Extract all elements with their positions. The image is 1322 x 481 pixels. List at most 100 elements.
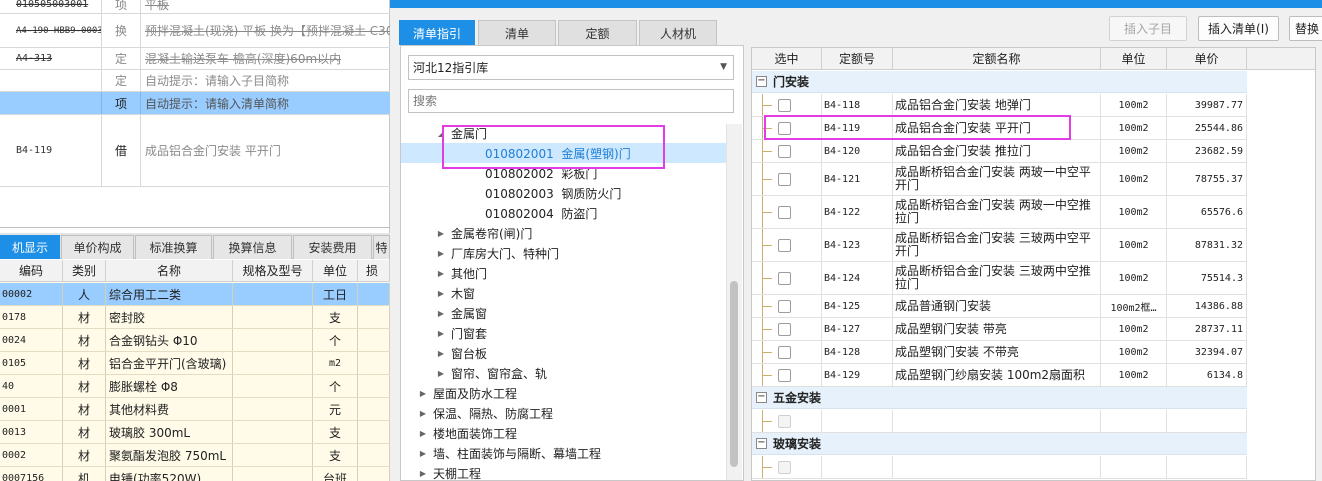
select-checkbox[interactable]	[778, 172, 791, 186]
quota-row[interactable]: B4-123 成品断桥铝合金门安装 三玻两中空平开门 100m2 87831.32	[752, 229, 1247, 262]
collapse-icon[interactable]: −	[756, 392, 767, 403]
detail-tab[interactable]: 换算信息	[213, 235, 292, 259]
caret-right-icon[interactable]: ▶	[417, 449, 429, 458]
caret-right-icon[interactable]: ▶	[435, 229, 447, 238]
quota-row[interactable]: B4-121 成品断桥铝合金门安装 两玻一中空平开门 100m2 78755.37	[752, 163, 1247, 196]
quota-group[interactable]: − 五金安装	[752, 387, 1247, 409]
tree-node[interactable]: ▶ 木窗	[401, 283, 726, 303]
resource-row[interactable]: 0002 材聚氨酯发泡胶 750mL 支	[0, 444, 390, 467]
caret-right-icon[interactable]: ▶	[417, 409, 429, 418]
main-tab[interactable]: 清单	[478, 20, 556, 45]
library-select[interactable]: 河北12指引库 ▼	[408, 55, 734, 80]
detail-tab[interactable]: 机显示	[0, 235, 60, 259]
quota-row[interactable]: B4-124 成品断桥铝合金门安装 三玻两中空推拉门 100m2 75514.3	[752, 262, 1247, 295]
resource-column-header[interactable]: 名称	[106, 260, 233, 281]
caret-down-icon[interactable]: ◢	[435, 129, 447, 138]
tree-node[interactable]: ▶ 墙、柱面装饰与隔断、幕墙工程	[401, 443, 726, 463]
quota-row[interactable]: B4-119 成品铝合金门安装 平开门 100m2 25544.86	[752, 117, 1247, 140]
quota-row[interactable]	[752, 456, 1247, 479]
tree-node[interactable]: ▶ 门窗套	[401, 323, 726, 343]
tree-node[interactable]: ▶ 厂库房大门、特种门	[401, 243, 726, 263]
bill-row[interactable]: 定自动提示：请输入子目简称	[0, 70, 390, 92]
collapse-icon[interactable]: −	[756, 438, 767, 449]
resource-column-header[interactable]: 单位	[313, 260, 358, 281]
quota-row[interactable]	[752, 410, 1247, 433]
tree-node[interactable]: ▶ 金属卷帘(闸)门	[401, 223, 726, 243]
resource-row[interactable]: 0105 材铝合金平开门(含玻璃) m2	[0, 352, 390, 375]
select-checkbox[interactable]	[778, 345, 791, 359]
select-checkbox[interactable]	[778, 205, 791, 219]
resource-row[interactable]: 40 材膨胀螺栓 Φ8 个	[0, 375, 390, 398]
quota-group[interactable]: − 门安装	[752, 71, 1247, 93]
tree-node[interactable]: 010802002 彩板门	[401, 163, 726, 183]
replace-button[interactable]: 替换	[1289, 16, 1322, 41]
select-checkbox[interactable]	[778, 299, 791, 313]
caret-right-icon[interactable]: ▶	[417, 389, 429, 398]
resource-row[interactable]: 0007156 机电锤(功率520W) 台班	[0, 467, 390, 481]
tree-node[interactable]: ▶ 保温、隔热、防腐工程	[401, 403, 726, 423]
main-tab[interactable]: 定额	[558, 20, 637, 45]
quota-row[interactable]: B4-118 成品铝合金门安装 地弹门 100m2 39987.77	[752, 94, 1247, 117]
detail-tab[interactable]: 特	[373, 235, 390, 259]
quota-column-header[interactable]: 单价	[1167, 48, 1247, 69]
quota-group[interactable]: − 玻璃安装	[752, 433, 1247, 455]
caret-right-icon[interactable]: ▶	[417, 469, 429, 478]
detail-tab[interactable]: 单价构成	[61, 235, 134, 259]
tree-node[interactable]: ▶ 窗台板	[401, 343, 726, 363]
quota-column-header[interactable]: 单位	[1101, 48, 1167, 69]
quota-row[interactable]: B4-128 成品塑钢门安装 不带亮 100m2 32394.07	[752, 341, 1247, 364]
tree-scrollbar-thumb[interactable]	[730, 281, 738, 467]
resource-row[interactable]: 0001 材其他材料费 元	[0, 398, 390, 421]
caret-right-icon[interactable]: ▶	[417, 429, 429, 438]
select-checkbox[interactable]	[778, 98, 791, 112]
select-checkbox[interactable]	[778, 322, 791, 336]
quota-row[interactable]: B4-120 成品铝合金门安装 推拉门 100m2 23682.59	[752, 140, 1247, 163]
tree-node[interactable]: 010802004 防盗门	[401, 203, 726, 223]
quota-row[interactable]: B4-129 成品塑钢门纱扇安装 100m2扇面积 100m2 6134.8	[752, 364, 1247, 387]
caret-right-icon[interactable]: ▶	[435, 309, 447, 318]
search-input[interactable]	[408, 89, 734, 113]
caret-right-icon[interactable]: ▶	[435, 249, 447, 258]
resource-row[interactable]: 0024 材合金钢钻头 Φ10 个	[0, 329, 390, 352]
caret-right-icon[interactable]: ▶	[435, 349, 447, 358]
tree-node[interactable]: ◢ 金属门	[401, 123, 726, 143]
tree-node[interactable]: 010802003 钢质防火门	[401, 183, 726, 203]
detail-tab[interactable]: 安装费用	[293, 235, 372, 259]
quota-row[interactable]: B4-122 成品断桥铝合金门安装 两玻一中空推拉门 100m2 65576.6	[752, 196, 1247, 229]
select-checkbox[interactable]	[778, 121, 791, 135]
insert-child-button[interactable]: 插入子目	[1109, 16, 1187, 41]
resource-row[interactable]: 0178 材密封胶 支	[0, 306, 390, 329]
bill-row[interactable]: 010505003001 项平板	[0, 0, 390, 14]
bill-row[interactable]: A4-190 HBB9-0003 B…换预拌混凝土(现浇) 平板 换为【预拌混凝…	[0, 14, 390, 48]
tree-node[interactable]: ▶ 金属窗	[401, 303, 726, 323]
resource-row[interactable]: 00002 人综合用工二类 工日	[0, 283, 390, 306]
tree-node[interactable]: ▶ 其他门	[401, 263, 726, 283]
select-checkbox[interactable]	[778, 144, 791, 158]
bill-row[interactable]: A4-313 定混凝土输送泵车 檐高(深度)60m以内	[0, 48, 390, 70]
resource-column-header[interactable]: 规格及型号	[233, 260, 313, 281]
main-tab[interactable]: 人材机	[639, 20, 717, 45]
select-checkbox[interactable]	[778, 238, 791, 252]
select-checkbox[interactable]	[778, 271, 791, 285]
resource-column-header[interactable]: 损	[358, 260, 390, 281]
resource-column-header[interactable]: 类别	[63, 260, 106, 281]
caret-right-icon[interactable]: ▶	[435, 269, 447, 278]
caret-right-icon[interactable]: ▶	[435, 289, 447, 298]
caret-right-icon[interactable]: ▶	[435, 329, 447, 338]
quota-column-header[interactable]: 选中	[752, 48, 822, 69]
resource-column-header[interactable]: 编码	[0, 260, 63, 281]
tree-node[interactable]: ▶ 窗帘、窗帘盒、轨	[401, 363, 726, 383]
collapse-icon[interactable]: −	[756, 76, 767, 87]
bill-row[interactable]: B4-119 借成品铝合金门安装 平开门	[0, 115, 390, 187]
insert-list-button[interactable]: 插入清单(I)	[1198, 16, 1279, 41]
main-tab[interactable]: 清单指引	[399, 20, 475, 45]
tree-node[interactable]: ▶ 天棚工程	[401, 463, 726, 481]
quota-row[interactable]: B4-127 成品塑钢门安装 带亮 100m2 28737.11	[752, 318, 1247, 341]
tree-node[interactable]: 010802001 金属(塑钢)门	[401, 143, 726, 163]
select-checkbox[interactable]	[778, 368, 791, 382]
tree-node[interactable]: ▶ 楼地面装饰工程	[401, 423, 726, 443]
quota-column-header[interactable]: 定额名称	[893, 48, 1101, 69]
quota-row[interactable]: B4-125 成品普通钢门安装 100m2框… 14386.88	[752, 295, 1247, 318]
detail-tab[interactable]: 标准换算	[135, 235, 212, 259]
bill-row[interactable]: 项自动提示：请输入清单简称	[0, 92, 390, 115]
